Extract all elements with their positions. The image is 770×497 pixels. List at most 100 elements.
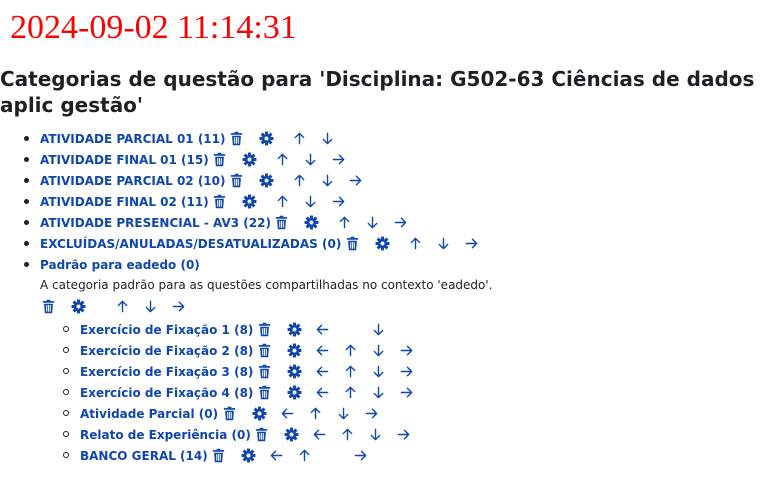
subcategory-list: Exercício de Fixação 1 (8) Exercício de …: [0, 319, 770, 466]
trash-icon[interactable]: [229, 131, 245, 147]
category-link[interactable]: Atividade Parcial (0): [80, 407, 218, 421]
gear-icon[interactable]: [242, 152, 258, 168]
subcategory-item: Exercício de Fixação 2 (8): [0, 340, 770, 361]
category-link[interactable]: Padrão para eadedo (0): [40, 258, 200, 272]
arrow-left-icon[interactable]: [314, 343, 330, 359]
gear-icon[interactable]: [259, 173, 275, 189]
gear-icon[interactable]: [286, 322, 302, 338]
category-link[interactable]: Relato de Experiência (0): [80, 428, 251, 442]
arrow-down-icon[interactable]: [320, 173, 336, 189]
trash-icon[interactable]: [256, 322, 272, 338]
arrow-down-icon[interactable]: [435, 236, 451, 252]
gear-icon[interactable]: [286, 343, 302, 359]
trash-icon[interactable]: [256, 385, 272, 401]
arrow-left-icon[interactable]: [279, 406, 295, 422]
gear-icon[interactable]: [286, 385, 302, 401]
trash-icon[interactable]: [274, 215, 290, 231]
category-list: ATIVIDADE PARCIAL 01 (11) ATIVIDADE FINA…: [0, 128, 770, 466]
arrow-up-icon[interactable]: [297, 448, 313, 464]
arrow-right-icon[interactable]: [331, 152, 347, 168]
gear-icon[interactable]: [70, 298, 86, 314]
gear-icon[interactable]: [374, 236, 390, 252]
gear-icon[interactable]: [251, 406, 267, 422]
arrow-up-icon[interactable]: [292, 173, 308, 189]
trash-icon[interactable]: [40, 298, 56, 314]
timestamp: 2024-09-02 11:14:31: [10, 9, 297, 46]
category-tree: ATIVIDADE PARCIAL 01 (11) ATIVIDADE FINA…: [0, 128, 770, 466]
subcategory-item: Exercício de Fixação 3 (8): [0, 361, 770, 382]
arrow-right-icon[interactable]: [393, 215, 409, 231]
arrow-right-icon[interactable]: [398, 385, 414, 401]
gear-icon[interactable]: [242, 194, 258, 210]
category-link[interactable]: BANCO GERAL (14): [80, 449, 208, 463]
arrow-up-icon[interactable]: [337, 215, 353, 231]
arrow-left-icon[interactable]: [312, 427, 328, 443]
arrow-right-icon[interactable]: [398, 364, 414, 380]
category-item-default: Padrão para eadedo (0) A categoria padrã…: [0, 254, 770, 466]
category-link[interactable]: EXCLUÍDAS/ANULADAS/DESATUALIZADAS (0): [40, 237, 341, 251]
trash-icon[interactable]: [212, 194, 228, 210]
arrow-right-icon[interactable]: [170, 298, 186, 314]
category-item: ATIVIDADE PARCIAL 02 (10): [0, 170, 770, 191]
arrow-down-icon[interactable]: [303, 152, 319, 168]
trash-icon[interactable]: [256, 364, 272, 380]
arrow-up-icon[interactable]: [407, 236, 423, 252]
arrow-down-icon[interactable]: [365, 215, 381, 231]
category-link[interactable]: Exercício de Fixação 4 (8): [80, 386, 253, 400]
category-link[interactable]: Exercício de Fixação 1 (8): [80, 323, 253, 337]
arrow-down-icon[interactable]: [370, 322, 386, 338]
arrow-down-icon[interactable]: [370, 343, 386, 359]
arrow-down-icon[interactable]: [142, 298, 158, 314]
trash-icon[interactable]: [212, 152, 228, 168]
arrow-down-icon[interactable]: [320, 131, 336, 147]
arrow-down-icon[interactable]: [303, 194, 319, 210]
gear-icon[interactable]: [304, 215, 320, 231]
category-link[interactable]: ATIVIDADE FINAL 02 (11): [40, 195, 209, 209]
trash-icon[interactable]: [229, 173, 245, 189]
arrow-up-icon[interactable]: [275, 152, 291, 168]
trash-icon[interactable]: [211, 448, 227, 464]
arrow-right-icon[interactable]: [463, 236, 479, 252]
arrow-right-icon[interactable]: [348, 173, 364, 189]
arrow-up-icon[interactable]: [275, 194, 291, 210]
subcategory-item: Exercício de Fixação 4 (8): [0, 382, 770, 403]
category-item: ATIVIDADE FINAL 01 (15): [0, 149, 770, 170]
trash-icon[interactable]: [254, 427, 270, 443]
category-link[interactable]: ATIVIDADE PRESENCIAL - AV3 (22): [40, 216, 271, 230]
arrow-up-icon[interactable]: [292, 131, 308, 147]
arrow-down-icon[interactable]: [370, 364, 386, 380]
category-link[interactable]: ATIVIDADE FINAL 01 (15): [40, 153, 209, 167]
arrow-right-icon[interactable]: [398, 343, 414, 359]
arrow-left-icon[interactable]: [314, 322, 330, 338]
category-link[interactable]: Exercício de Fixação 3 (8): [80, 365, 253, 379]
trash-icon[interactable]: [256, 343, 272, 359]
subcategory-item: Atividade Parcial (0): [0, 403, 770, 424]
category-item: EXCLUÍDAS/ANULADAS/DESATUALIZADAS (0): [0, 233, 770, 254]
arrow-down-icon[interactable]: [368, 427, 384, 443]
gear-icon[interactable]: [284, 427, 300, 443]
arrow-up-icon[interactable]: [342, 385, 358, 401]
arrow-up-icon[interactable]: [340, 427, 356, 443]
trash-icon[interactable]: [344, 236, 360, 252]
arrow-left-icon[interactable]: [269, 448, 285, 464]
arrow-up-icon[interactable]: [342, 343, 358, 359]
category-link[interactable]: ATIVIDADE PARCIAL 02 (10): [40, 174, 226, 188]
arrow-left-icon[interactable]: [314, 364, 330, 380]
arrow-up-icon[interactable]: [114, 298, 130, 314]
gear-icon[interactable]: [286, 364, 302, 380]
gear-icon[interactable]: [259, 131, 275, 147]
arrow-down-icon[interactable]: [370, 385, 386, 401]
arrow-right-icon[interactable]: [353, 448, 369, 464]
arrow-right-icon[interactable]: [363, 406, 379, 422]
trash-icon[interactable]: [221, 406, 237, 422]
arrow-left-icon[interactable]: [314, 385, 330, 401]
arrow-right-icon[interactable]: [331, 194, 347, 210]
category-link[interactable]: Exercício de Fixação 2 (8): [80, 344, 253, 358]
arrow-up-icon[interactable]: [307, 406, 323, 422]
gear-icon[interactable]: [241, 448, 257, 464]
category-link[interactable]: ATIVIDADE PARCIAL 01 (11): [40, 132, 226, 146]
arrow-up-icon[interactable]: [342, 364, 358, 380]
arrow-down-icon[interactable]: [335, 406, 351, 422]
arrow-right-icon[interactable]: [396, 427, 412, 443]
category-item: ATIVIDADE PARCIAL 01 (11): [0, 128, 770, 149]
